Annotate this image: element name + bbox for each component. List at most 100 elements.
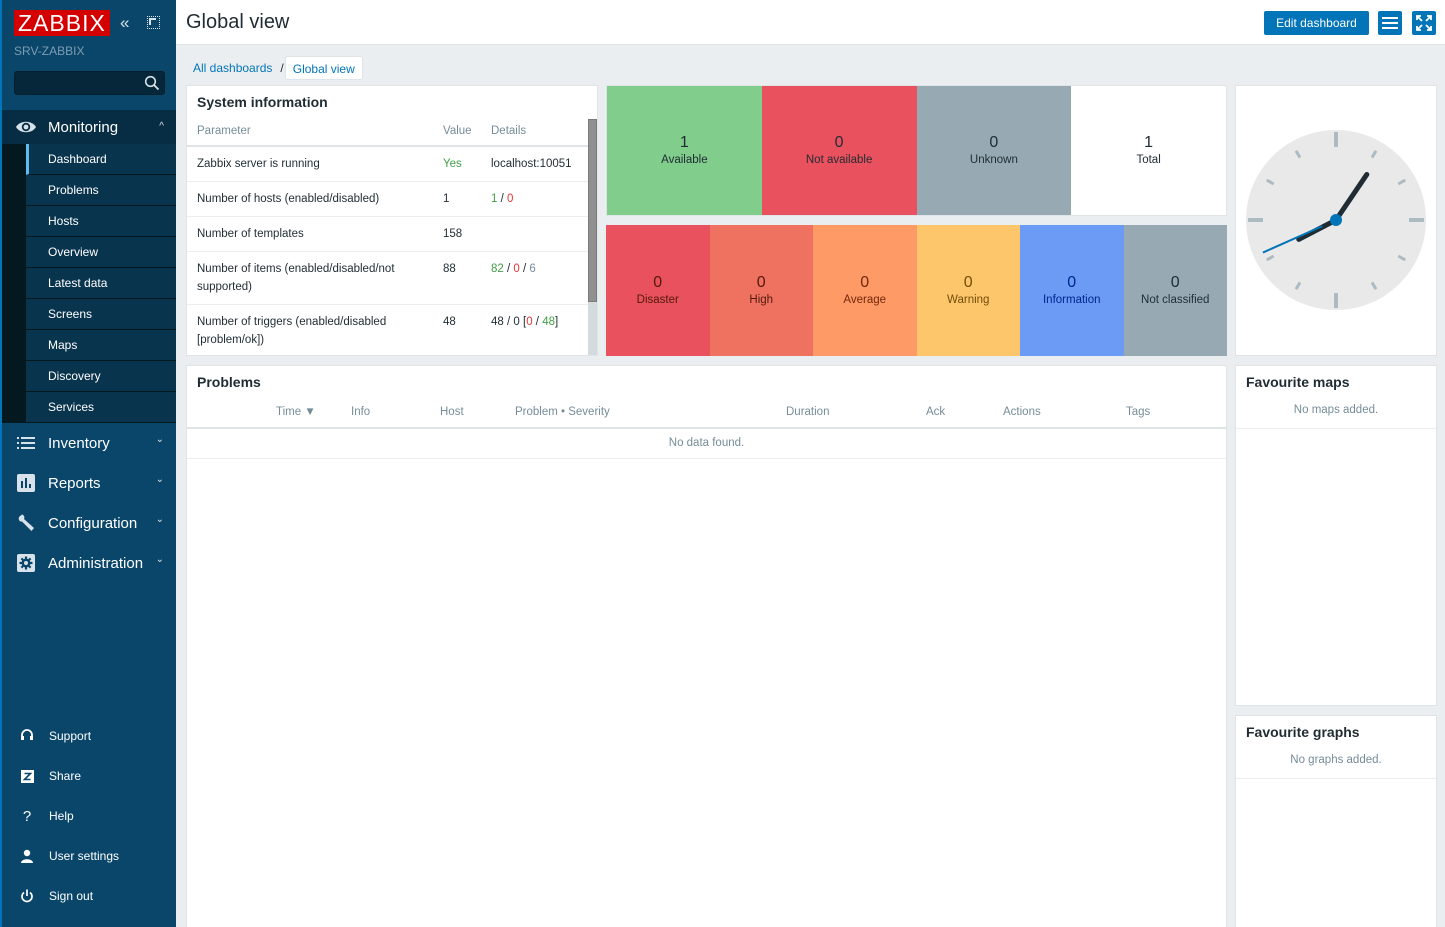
count: 1 [1144,133,1154,151]
power-icon [19,888,35,904]
collapse-sidebar-icon[interactable]: « [120,14,129,32]
enabled-count: 1 [491,193,498,205]
zabbix-logo[interactable]: ZABBIX [14,10,110,36]
edit-dashboard-button[interactable]: Edit dashboard [1264,11,1369,35]
label: Unknown [969,153,1018,166]
table-row: Number of triggers (enabled/disabled [pr… [187,304,589,355]
details-cell [481,216,589,252]
sidebar: ZABBIX « SRV-ZABBIX Monitoring ^ Dashboa… [0,0,176,927]
menu-help[interactable]: ? Help [2,796,176,836]
page-header: Global view Edit dashboard [176,0,1445,45]
label: Available [661,153,708,166]
column-header-problem[interactable]: Problem • Severity [515,396,786,429]
menu-reports[interactable]: Reports ⌄ [2,463,176,503]
kiosk-mode-icon[interactable] [147,16,160,29]
scrollbar-thumb[interactable] [588,119,597,302]
label: Disaster [636,293,679,306]
menu-sign-out-label: Sign out [49,889,94,903]
details-cell: 82 / 0 / 6 [481,251,589,305]
disabled-count: 0 [507,193,514,205]
host-availability-available[interactable]: 1 Available [607,86,762,215]
problems-by-severity-widget: 0 Disaster 0 High 0 Average 0 Warning 0 Informati… [606,225,1227,356]
menu-configuration[interactable]: Configuration ⌄ [2,503,176,543]
widget-title: Favourite maps [1246,374,1350,390]
count: 0 [1170,273,1180,291]
sidebar-item-hosts[interactable]: Hosts [26,206,176,237]
fullscreen-button[interactable] [1412,11,1436,35]
problem-count: 0 [526,316,533,328]
menu-user-settings-label: User settings [49,849,120,863]
column-header-host[interactable]: Host [440,396,515,429]
menu-share-label: Share [49,769,82,783]
table-row: Number of items (enabled/disabled/not su… [187,251,589,305]
sidebar-item-discovery[interactable]: Discovery [26,361,176,392]
favourite-maps-widget: Favourite maps No maps added. [1235,365,1437,706]
favourite-graphs-widget: Favourite graphs No graphs added. [1235,715,1437,927]
severity-information[interactable]: 0 Information [1020,225,1124,356]
column-header: Parameter [187,116,443,147]
disabled-count: 0 [513,316,520,328]
column-header-tags: Tags [1126,396,1226,429]
bottom-menu: Support Share ? Help User settings Sign … [2,716,176,916]
severity-not-classified[interactable]: 0 Not classified [1123,225,1227,356]
wrench-icon [15,512,37,534]
menu-inventory[interactable]: Inventory ⌄ [2,423,176,463]
disabled-count: 0 [513,263,520,275]
sidebar-item-problems[interactable]: Problems [26,175,176,206]
system-info-table: Parameter Value Details Zabbix server is… [187,116,589,355]
breadcrumb-separator: / [280,61,284,75]
column-header-duration: Duration [786,396,926,429]
main-menu: Monitoring ^ Dashboard Problems Hosts Ov… [2,110,176,583]
menu-support[interactable]: Support [2,716,176,756]
severity-high[interactable]: 0 High [709,225,813,356]
breadcrumb: All dashboards / Global view [186,56,363,80]
sidebar-item-screens[interactable]: Screens [26,299,176,330]
dashboard-actions-button[interactable] [1378,11,1402,35]
severity-warning[interactable]: 0 Warning [916,225,1020,356]
empty-message: No graphs added. [1236,746,1436,779]
help-icon: ? [22,807,32,825]
bar-chart-icon [15,472,37,494]
menu-share[interactable]: Share [2,756,176,796]
label: Average [843,293,887,306]
no-data-message: No data found. [187,428,1226,459]
search-icon[interactable] [144,75,160,91]
sidebar-item-overview[interactable]: Overview [26,237,176,268]
clock-face [1246,130,1426,310]
parameter-cell: Number of triggers (enabled/disabled [pr… [187,304,443,355]
menu-sign-out[interactable]: Sign out [2,876,176,916]
host-availability-total[interactable]: 1 Total [1071,86,1226,215]
table-row: No data found. [187,428,1226,459]
sidebar-item-dashboard[interactable]: Dashboard [26,144,176,175]
severity-average[interactable]: 0 Average [813,225,917,356]
menu-administration-label: Administration [48,554,144,572]
host-availability-unknown[interactable]: 0 Unknown [916,86,1072,215]
host-availability-not-available[interactable]: 0 Not available [761,86,917,215]
column-header-ack: Ack [926,396,1003,429]
search-input[interactable] [15,72,140,94]
sidebar-item-latest-data[interactable]: Latest data [26,268,176,299]
severity-disaster[interactable]: 0 Disaster [606,225,710,356]
table-row: Number of hosts (enabled/disabled) 1 1 /… [187,181,589,217]
sidebar-item-maps[interactable]: Maps [26,330,176,361]
menu-inventory-label: Inventory [48,434,110,452]
count: 0 [756,273,766,291]
breadcrumb-all-dashboards[interactable]: All dashboards [186,56,279,80]
menu-reports-label: Reports [48,474,101,492]
count: 0 [653,273,663,291]
host-availability-widget: 1 Available 0 Not available 0 Unknown 1 Total [606,85,1227,216]
menu-monitoring[interactable]: Monitoring ^ [2,110,176,144]
widget-title: Favourite graphs [1246,724,1360,740]
table-row: Number of templates 158 [187,216,589,252]
column-header-info: Info [351,396,440,429]
enabled-count: 82 [491,263,504,275]
column-header-time[interactable]: Time ▼ [276,396,351,429]
sidebar-item-services[interactable]: Services [26,392,176,423]
menu-administration[interactable]: Administration ⌄ [2,543,176,583]
menu-user-settings[interactable]: User settings [2,836,176,876]
breadcrumb-current[interactable]: Global view [284,56,363,80]
count: 1 [679,133,689,151]
widget-title: Problems [197,374,261,390]
label: Information [1042,293,1101,306]
menu-configuration-label: Configuration [48,514,138,532]
